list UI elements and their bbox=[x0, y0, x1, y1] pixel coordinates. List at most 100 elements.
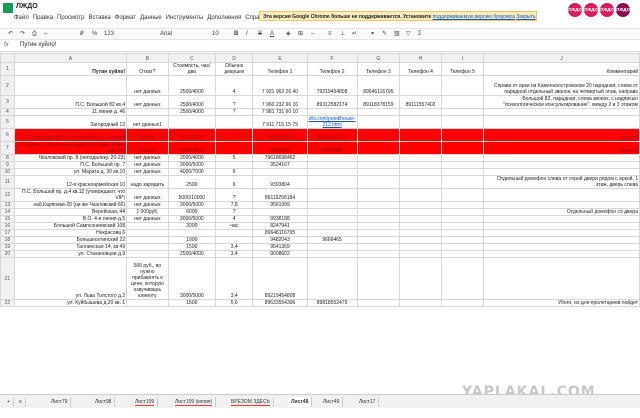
cell[interactable]: ? bbox=[214, 108, 254, 116]
cell[interactable]: 2500/4000 bbox=[167, 75, 216, 96]
cell[interactable]: 3,4 bbox=[214, 250, 254, 258]
row-header[interactable]: 3 bbox=[0, 95, 15, 109]
cell[interactable] bbox=[440, 128, 485, 142]
cell[interactable] bbox=[483, 243, 640, 251]
cell[interactable] bbox=[399, 257, 442, 300]
cell[interactable] bbox=[440, 243, 485, 251]
decimals-button[interactable]: 123 bbox=[104, 30, 114, 39]
filter-icon[interactable]: ▽ bbox=[406, 30, 411, 39]
cell[interactable] bbox=[440, 208, 485, 216]
cell[interactable] bbox=[440, 236, 485, 244]
cell[interactable]: 89219454808 bbox=[252, 257, 308, 300]
cell[interactable]: 89818552475 bbox=[306, 299, 358, 307]
cell[interactable] bbox=[440, 141, 485, 155]
cell[interactable] bbox=[356, 236, 401, 244]
cell[interactable] bbox=[126, 222, 169, 230]
row-header[interactable]: 16 bbox=[0, 222, 15, 230]
sheet-tab[interactable]: Лист49 bbox=[320, 397, 344, 407]
cell[interactable]: 11 линия д. 46 bbox=[13, 108, 128, 116]
cell[interactable] bbox=[356, 215, 401, 223]
cell[interactable] bbox=[399, 299, 442, 307]
cell[interactable]: В.О. 4-я линия д.5 bbox=[13, 215, 128, 223]
cell[interactable] bbox=[13, 75, 128, 96]
cell[interactable]: час bbox=[214, 222, 254, 230]
cell[interactable] bbox=[306, 168, 358, 176]
cell[interactable]: 89291542474 bbox=[306, 128, 358, 142]
cell[interactable] bbox=[399, 108, 442, 116]
row-header[interactable]: 18 bbox=[0, 236, 15, 244]
cell[interactable]: 3,4 bbox=[214, 243, 254, 251]
cell[interactable]: П.С. Большой пр. 7 bbox=[13, 161, 128, 169]
cell[interactable]: 7,8 bbox=[214, 201, 254, 209]
cell[interactable] bbox=[252, 208, 308, 216]
cell[interactable]: Таллинская 14, кв 49 bbox=[13, 243, 128, 251]
cell[interactable]: Телефон 3 bbox=[356, 62, 401, 76]
row-header[interactable]: 6 bbox=[0, 128, 15, 142]
cell[interactable] bbox=[440, 95, 485, 109]
menu-view[interactable]: Просмотр bbox=[57, 15, 84, 24]
cell[interactable] bbox=[399, 161, 442, 169]
cell[interactable] bbox=[483, 108, 640, 116]
cell[interactable] bbox=[356, 161, 401, 169]
row-header[interactable]: 8 bbox=[0, 154, 15, 162]
corner-cell[interactable] bbox=[0, 53, 15, 63]
cell[interactable]: Справа от арки на Каменноостровском 20 п… bbox=[483, 75, 640, 96]
cell[interactable] bbox=[126, 250, 169, 258]
cell[interactable] bbox=[306, 108, 358, 116]
cell[interactable]: Телефон 2 bbox=[306, 62, 358, 76]
cell[interactable] bbox=[356, 229, 401, 237]
cell[interactable]: наб.Карповки-20 (ни же Чкаловский 60) bbox=[13, 201, 128, 209]
column-header[interactable]: D bbox=[214, 53, 254, 63]
row-header[interactable]: 5 bbox=[0, 115, 15, 129]
cell[interactable] bbox=[214, 141, 254, 155]
cell[interactable]: 4 bbox=[214, 128, 254, 142]
cell[interactable]: П.С. Большой пр. д.4 кв.12 (утверждают, … bbox=[13, 188, 128, 202]
cell[interactable] bbox=[440, 175, 485, 189]
cell[interactable]: Зелень bbox=[126, 141, 169, 155]
cell[interactable] bbox=[214, 229, 254, 237]
menu-addons[interactable]: Дополнения bbox=[207, 15, 241, 24]
percent-button[interactable]: % bbox=[92, 30, 97, 39]
cell[interactable] bbox=[483, 115, 640, 129]
cell[interactable]: Большой Сампсониевский 108 bbox=[13, 222, 128, 230]
cell[interactable]: Отдельный домофон слева от серой двери р… bbox=[483, 175, 640, 189]
cell[interactable]: 89312582174 bbox=[306, 95, 358, 109]
cell[interactable]: 7 981 731 60 10 bbox=[252, 108, 308, 116]
row-header[interactable]: 19 bbox=[0, 243, 15, 251]
cell[interactable]: Обычно девушек bbox=[214, 62, 254, 76]
italic-button[interactable]: I bbox=[246, 30, 248, 39]
row-header[interactable]: 22 bbox=[0, 299, 15, 307]
cell[interactable]: 9524167 bbox=[252, 161, 308, 169]
cell[interactable] bbox=[399, 250, 442, 258]
cell[interactable]: нет данных bbox=[126, 154, 169, 162]
row-header[interactable]: 7 bbox=[0, 141, 15, 155]
cell[interactable]: Откат? bbox=[126, 62, 169, 76]
cell[interactable] bbox=[399, 222, 442, 230]
cell[interactable]: 89646116795 bbox=[356, 75, 401, 96]
row-header[interactable]: 4 bbox=[0, 108, 15, 116]
cell[interactable] bbox=[440, 222, 485, 230]
row-header[interactable]: 1 bbox=[0, 62, 15, 76]
text-color-button[interactable]: A bbox=[270, 30, 274, 39]
sheet-tab[interactable]: Лист98 bbox=[92, 397, 116, 407]
cell[interactable]: 9666465 bbox=[306, 236, 358, 244]
cell[interactable] bbox=[252, 168, 308, 176]
cell[interactable] bbox=[306, 201, 358, 209]
cell[interactable] bbox=[214, 236, 254, 244]
cell[interactable]: 89118378159 bbox=[356, 95, 401, 109]
column-header[interactable]: I bbox=[440, 53, 485, 63]
column-header[interactable]: G bbox=[356, 53, 401, 63]
menu-edit[interactable]: Правка bbox=[33, 15, 53, 24]
fill-color-icon[interactable]: ◈ bbox=[286, 30, 291, 39]
cell[interactable]: закрыто bbox=[483, 128, 640, 142]
add-sheet-button[interactable]: + bbox=[4, 397, 14, 407]
column-header[interactable]: B bbox=[126, 53, 169, 63]
cell[interactable] bbox=[440, 201, 485, 209]
cell[interactable]: 1 000руб. bbox=[126, 208, 169, 216]
cell[interactable]: Убого, но для пролетариев пойдет bbox=[483, 299, 640, 307]
cell[interactable]: 5 bbox=[214, 154, 254, 162]
paint-format-icon[interactable]: ⌐ bbox=[44, 30, 48, 39]
row-header[interactable]: 17 bbox=[0, 229, 15, 237]
cell[interactable] bbox=[399, 215, 442, 223]
cell[interactable] bbox=[399, 208, 442, 216]
